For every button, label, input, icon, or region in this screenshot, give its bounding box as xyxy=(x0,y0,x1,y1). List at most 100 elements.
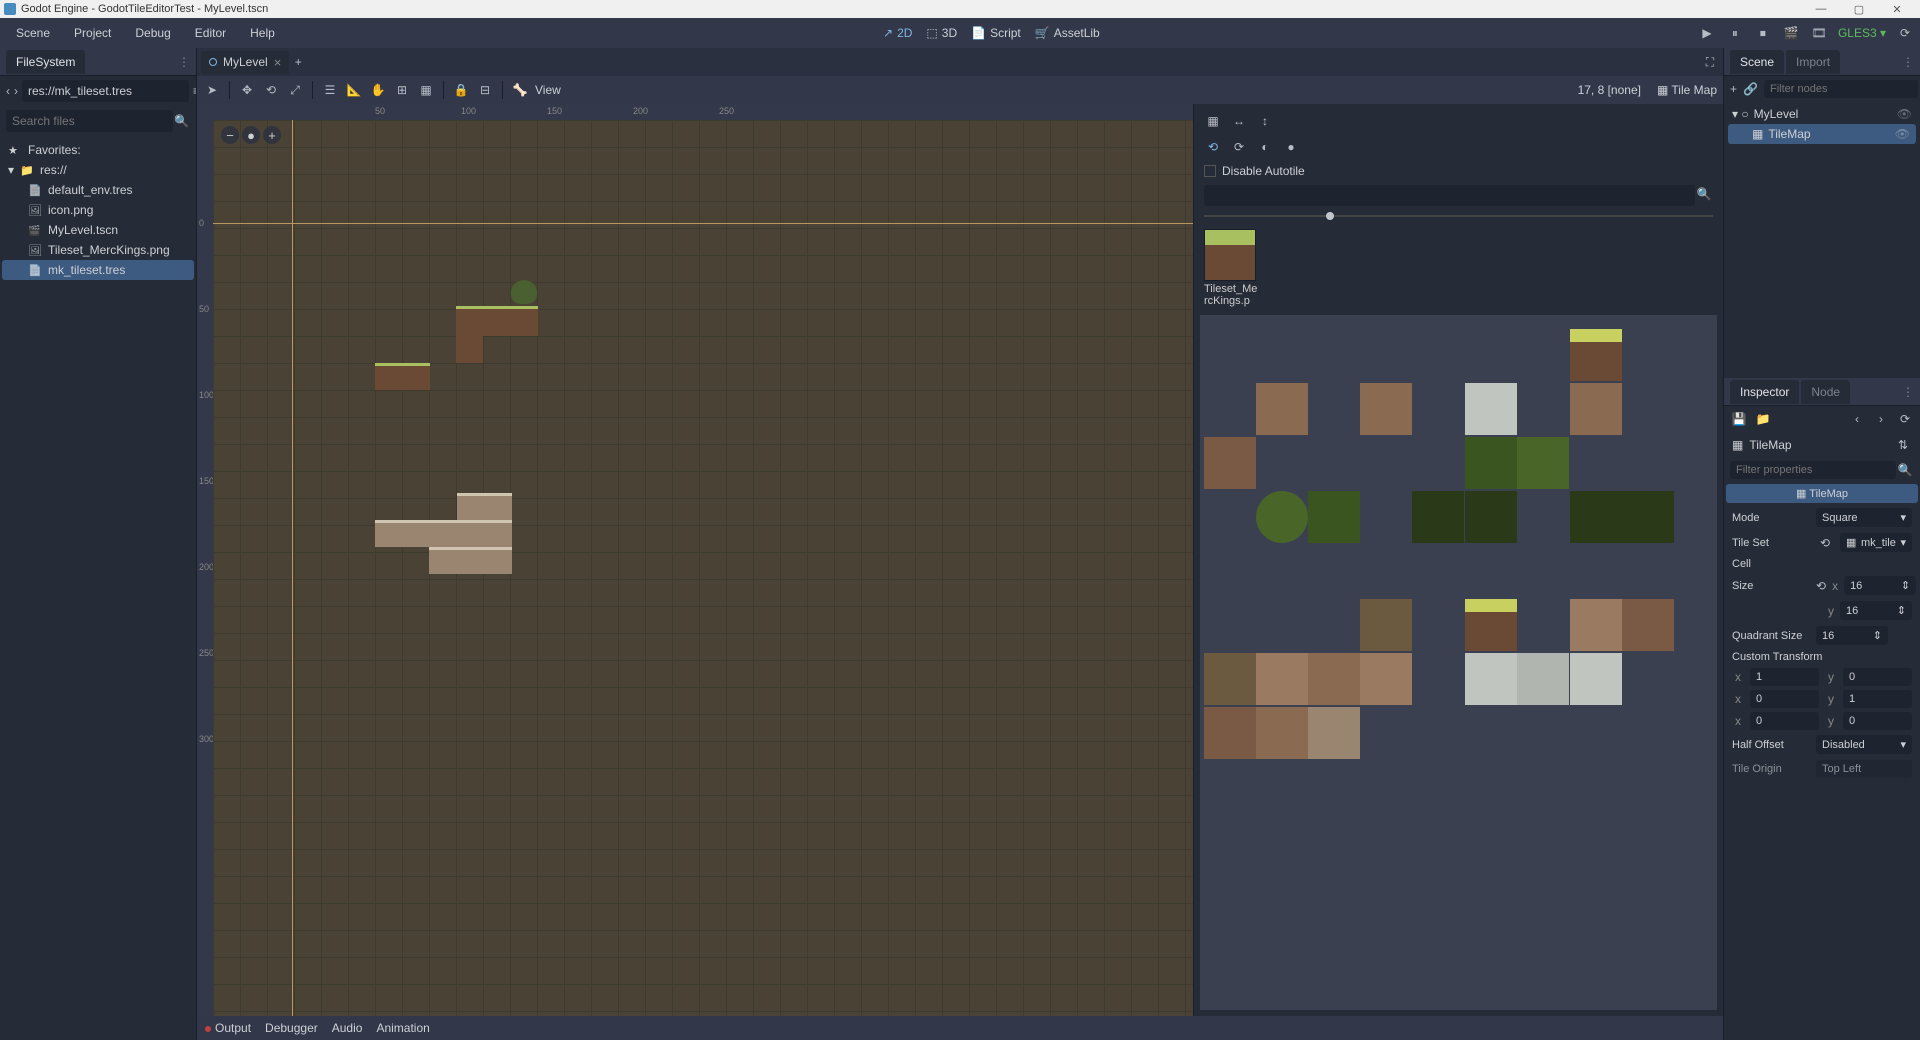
mode-3d[interactable]: ⬚ 3D xyxy=(926,26,957,40)
list-tool-icon[interactable]: ☰ xyxy=(321,81,339,99)
file-row[interactable]: default_env.tres xyxy=(2,180,194,200)
ct-y2-input[interactable]: 0 xyxy=(1843,712,1912,730)
save-resource-icon[interactable]: 💾 xyxy=(1730,410,1748,428)
rotate-left-icon[interactable]: ⟲ xyxy=(1204,138,1222,156)
clear-icon[interactable]: ● xyxy=(1282,138,1300,156)
window-close-button[interactable]: ✕ xyxy=(1878,3,1916,16)
file-row[interactable]: mk_tileset.tres xyxy=(2,260,194,280)
zoom-reset-icon[interactable]: ● xyxy=(242,126,260,144)
debugger-tab[interactable]: Debugger xyxy=(265,1021,318,1035)
revert-icon[interactable]: ⟲ xyxy=(1816,577,1826,595)
file-row[interactable]: Tileset_MercKings.png xyxy=(2,240,194,260)
file-row[interactable]: icon.png xyxy=(2,200,194,220)
half-offset-dropdown[interactable]: Disabled▾ xyxy=(1816,735,1912,754)
file-row[interactable]: MyLevel.tscn xyxy=(2,220,194,240)
scene-dock-tab[interactable]: Scene xyxy=(1730,50,1784,74)
contrast-icon[interactable]: ◐ xyxy=(1256,138,1274,156)
view-menu[interactable]: View xyxy=(535,83,561,97)
minimize-button[interactable]: — xyxy=(1802,3,1840,15)
size-y-input[interactable]: 16⇕ xyxy=(1840,601,1912,620)
visibility-icon[interactable]: 👁 xyxy=(1895,127,1910,141)
open-resource-icon[interactable]: 📁 xyxy=(1754,410,1772,428)
play-scene-button[interactable]: 🎬 xyxy=(1782,24,1800,42)
filter-nodes-input[interactable] xyxy=(1764,80,1918,98)
menu-editor[interactable]: Editor xyxy=(185,22,236,44)
ct-x2-input[interactable]: 0 xyxy=(1750,712,1819,730)
filesystem-tab[interactable]: FileSystem xyxy=(6,50,85,74)
rotate-right-icon[interactable]: ⟳ xyxy=(1230,138,1248,156)
pause-button[interactable]: ⏸ xyxy=(1726,24,1744,42)
tileset-thumb[interactable]: Tileset_MercKings.p xyxy=(1204,229,1260,307)
close-icon[interactable]: × xyxy=(274,55,282,70)
ct-x1-input[interactable]: 0 xyxy=(1750,690,1819,708)
history-icon[interactable]: ⟳ xyxy=(1896,410,1914,428)
play-custom-button[interactable]: 🎞 xyxy=(1810,24,1828,42)
zoom-in-icon[interactable]: + xyxy=(263,126,281,144)
dock-menu-icon[interactable]: ⋮ xyxy=(1902,385,1914,399)
size-x-input[interactable]: 16⇕ xyxy=(1844,576,1916,595)
search-icon[interactable]: 🔍 xyxy=(1695,185,1713,203)
group-icon[interactable]: ⊟ xyxy=(476,81,494,99)
nav-forward-icon[interactable]: › xyxy=(14,82,18,100)
zoom-slider[interactable] xyxy=(1204,211,1713,221)
autotile-checkbox[interactable] xyxy=(1204,165,1216,177)
history-fwd-icon[interactable]: › xyxy=(1872,410,1890,428)
quadrant-input[interactable]: 16⇕ xyxy=(1816,626,1888,645)
dock-menu-icon[interactable]: ⋮ xyxy=(178,55,190,69)
nav-back-icon[interactable]: ‹ xyxy=(6,82,10,100)
tileset-grid[interactable] xyxy=(1200,315,1717,1010)
output-tab[interactable]: Output xyxy=(205,1021,251,1035)
tile-origin-dropdown[interactable]: Top Left xyxy=(1816,760,1912,778)
scene-root-node[interactable]: ▾ ○ MyLevel👁 xyxy=(1726,104,1918,124)
ct-x0-input[interactable]: 1 xyxy=(1750,668,1819,686)
lock-icon[interactable]: 🔒 xyxy=(452,81,470,99)
visibility-icon[interactable]: 👁 xyxy=(1897,107,1912,121)
root-folder-row[interactable]: ▾ res:// xyxy=(2,160,194,180)
scene-child-node[interactable]: ▦ TileMap👁 xyxy=(1728,124,1916,144)
import-dock-tab[interactable]: Import xyxy=(1786,50,1840,74)
flip-v-icon[interactable]: ↕ xyxy=(1256,112,1274,130)
maximize-button[interactable]: ▢ xyxy=(1840,3,1878,16)
path-input[interactable] xyxy=(22,80,189,102)
tileset-dropdown[interactable]: ▦ mk_tile ▾ xyxy=(1840,533,1912,552)
inspector-section-header[interactable]: ▦ TileMap xyxy=(1726,484,1918,503)
stop-button[interactable]: ⏹ xyxy=(1754,24,1772,42)
filter-properties-input[interactable] xyxy=(1730,461,1896,479)
canvas[interactable]: − ● + xyxy=(213,120,1193,1016)
node-tab[interactable]: Node xyxy=(1801,380,1850,404)
menu-help[interactable]: Help xyxy=(240,22,285,44)
link-node-icon[interactable]: 🔗 xyxy=(1743,80,1758,98)
mode-script[interactable]: 📄 Script xyxy=(971,26,1021,40)
dock-menu-icon[interactable]: ⋮ xyxy=(1902,55,1914,69)
flip-h-icon[interactable]: ↔ xyxy=(1230,112,1248,130)
mode-dropdown[interactable]: Square▾ xyxy=(1816,508,1912,527)
menu-project[interactable]: Project xyxy=(64,22,121,44)
prop-group[interactable]: Cell xyxy=(1724,555,1920,573)
expand-type-icon[interactable]: ⇅ xyxy=(1894,436,1912,454)
paint-tool-icon[interactable]: ▦ xyxy=(1204,112,1222,130)
favorites-row[interactable]: Favorites: xyxy=(2,140,194,160)
menu-debug[interactable]: Debug xyxy=(125,22,180,44)
scene-tab[interactable]: MyLevel × xyxy=(201,51,289,74)
animation-tab[interactable]: Animation xyxy=(376,1021,429,1035)
mode-assetlib[interactable]: 🛒 AssetLib xyxy=(1035,26,1100,40)
ruler-tool-icon[interactable]: 📐 xyxy=(345,81,363,99)
menu-scene[interactable]: Scene xyxy=(6,22,60,44)
ct-y1-input[interactable]: 1 xyxy=(1843,690,1912,708)
play-button[interactable]: ▶ xyxy=(1698,24,1716,42)
tileset-search-input[interactable] xyxy=(1204,185,1695,206)
search-icon[interactable]: 🔍 xyxy=(173,112,190,130)
prop-group[interactable]: Custom Transform xyxy=(1724,648,1920,666)
mode-2d[interactable]: ↗ 2D xyxy=(883,26,912,40)
add-tab-icon[interactable]: + xyxy=(289,53,307,71)
select-tool-icon[interactable]: ➤ xyxy=(203,81,221,99)
move-tool-icon[interactable]: ✥ xyxy=(238,81,256,99)
search-icon[interactable]: 🔍 xyxy=(1896,461,1914,479)
audio-tab[interactable]: Audio xyxy=(332,1021,363,1035)
ct-y0-input[interactable]: 0 xyxy=(1843,668,1912,686)
viewport-2d[interactable]: 50 100 150 200 250 0 50 100 150 200 250 … xyxy=(197,104,1193,1016)
zoom-out-icon[interactable]: − xyxy=(221,126,239,144)
renderer-selector[interactable]: GLES3 ▾ xyxy=(1838,26,1886,40)
history-back-icon[interactable]: ‹ xyxy=(1848,410,1866,428)
add-node-icon[interactable]: + xyxy=(1730,80,1737,98)
